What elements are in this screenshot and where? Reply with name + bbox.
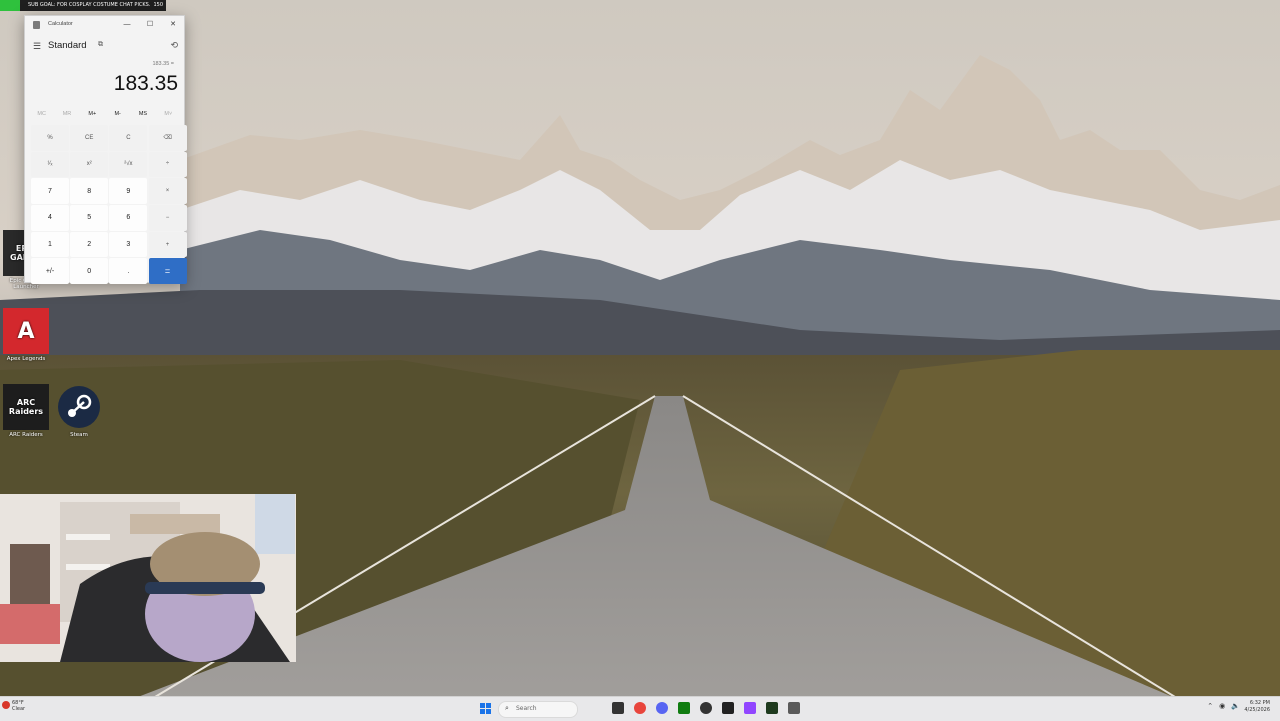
goal-count: 150 xyxy=(153,2,163,8)
hamburger-menu-icon[interactable]: ☰ xyxy=(33,41,41,52)
file-explorer-icon[interactable] xyxy=(612,702,624,714)
webcam-overlay xyxy=(0,494,296,662)
goal-progress-fill xyxy=(0,0,20,11)
volume-icon[interactable]: 🔈 xyxy=(1231,702,1240,710)
desktop-icon-apex-legends[interactable]: A Apex Legends xyxy=(0,308,52,362)
chevron-up-icon[interactable]: ⌃ xyxy=(1207,702,1213,710)
apex-legends-icon: A xyxy=(3,308,49,354)
memory-store-button[interactable]: MS xyxy=(130,108,155,120)
digit-5-key[interactable]: 5 xyxy=(70,205,109,231)
subtract-key[interactable]: − xyxy=(148,205,187,231)
digit-4-key[interactable]: 4 xyxy=(31,205,69,231)
steam-icon xyxy=(56,384,102,430)
mode-title: Standard xyxy=(48,40,87,51)
taskbar: 68°F Clear ⌕ Search ⌃ ◉ 🔈 6:32 PM 4/25/2… xyxy=(0,696,1280,721)
keep-on-top-icon[interactable]: ⧉ xyxy=(98,41,103,49)
desktop-icon-steam[interactable]: Steam xyxy=(53,384,105,438)
close-button[interactable]: ✕ xyxy=(166,19,180,31)
clock-date: 4/25/2026 xyxy=(1244,707,1270,713)
history-icon[interactable]: ⟲ xyxy=(170,40,178,51)
calculator-titlebar[interactable]: Calculator — ☐ ✕ xyxy=(25,16,184,34)
desktop-icon-label: Steam xyxy=(70,432,88,438)
goal-text: SUB GOAL: FOR COSPLAY COSTUME CHAT PICKS… xyxy=(28,2,151,8)
expression-display: 183.35 = xyxy=(152,61,174,67)
system-tray: ⌃ ◉ 🔈 xyxy=(1207,702,1240,710)
desktop-icon-label: ARC Raiders xyxy=(9,432,43,438)
calculator-icon[interactable] xyxy=(788,702,800,714)
memory-list-button[interactable]: M˅ xyxy=(156,108,181,120)
twitch-icon[interactable] xyxy=(744,702,756,714)
weather-widget[interactable]: 68°F Clear xyxy=(12,700,25,712)
obs-icon[interactable] xyxy=(700,702,712,714)
negate-key[interactable]: +/- xyxy=(31,258,69,284)
stream-deck-icon[interactable] xyxy=(722,702,734,714)
weather-description: Clear xyxy=(12,706,26,712)
weather-icon[interactable] xyxy=(2,701,10,709)
digit-8-key[interactable]: 8 xyxy=(70,178,109,204)
arc-raiders-icon: ARC Raiders xyxy=(3,384,49,430)
desktop-icon-arc-raiders[interactable]: ARC Raiders ARC Raiders xyxy=(0,384,52,438)
minimize-button[interactable]: — xyxy=(120,19,134,31)
add-key[interactable]: + xyxy=(148,231,187,258)
clock-time: 6:32 PM xyxy=(1249,700,1270,706)
calculator-header: ☰ Standard ⧉ ⟲ xyxy=(25,38,184,54)
square-key[interactable]: x² xyxy=(70,151,109,178)
digit-0-key[interactable]: 0 xyxy=(70,258,109,284)
keypad: % CE C ⌫ ¹⁄ₓ x² ²√x ÷ 7 8 9 × 4 5 6 − 1 … xyxy=(31,125,187,284)
cursor-icon[interactable] xyxy=(766,702,778,714)
system-clock[interactable]: 6:32 PM 4/25/2026 xyxy=(1244,700,1270,714)
memory-clear-button[interactable]: MC xyxy=(29,108,54,120)
calculator-window[interactable]: Calculator — ☐ ✕ ☰ Standard ⧉ ⟲ 183.35 =… xyxy=(24,15,187,284)
discord-icon[interactable] xyxy=(656,702,668,714)
maximize-button[interactable]: ☐ xyxy=(143,19,157,31)
memory-row: MC MR M+ M- MS M˅ xyxy=(29,108,181,120)
search-icon: ⌕ xyxy=(505,704,509,712)
equals-key[interactable]: = xyxy=(148,258,187,284)
digit-7-key[interactable]: 7 xyxy=(31,178,69,204)
chrome-icon[interactable] xyxy=(634,702,646,714)
percent-key[interactable]: % xyxy=(31,125,69,151)
desktop-icon-label: Apex Legends xyxy=(6,356,46,362)
windows-start-icon[interactable] xyxy=(480,703,491,714)
square-root-key[interactable]: ²√x xyxy=(109,151,148,178)
divide-key[interactable]: ÷ xyxy=(148,151,187,178)
digit-1-key[interactable]: 1 xyxy=(31,231,69,258)
reciprocal-key[interactable]: ¹⁄ₓ xyxy=(31,151,69,178)
search-label: Search xyxy=(516,705,537,712)
result-display: 183.35 xyxy=(113,72,178,95)
digit-6-key[interactable]: 6 xyxy=(109,205,148,231)
digit-3-key[interactable]: 3 xyxy=(109,231,148,258)
multiply-key[interactable]: × xyxy=(148,178,187,204)
decimal-key[interactable]: . xyxy=(109,258,148,284)
memory-recall-button[interactable]: MR xyxy=(54,108,79,120)
digit-9-key[interactable]: 9 xyxy=(109,178,148,204)
calculator-app-icon xyxy=(33,21,40,29)
stream-goal-bar: SUB GOAL: FOR COSPLAY COSTUME CHAT PICKS… xyxy=(0,0,166,11)
clear-entry-key[interactable]: CE xyxy=(70,125,109,151)
xbox-icon[interactable] xyxy=(678,702,690,714)
backspace-key[interactable]: ⌫ xyxy=(148,125,187,151)
digit-2-key[interactable]: 2 xyxy=(70,231,109,258)
clear-key[interactable]: C xyxy=(109,125,148,151)
memory-add-button[interactable]: M+ xyxy=(80,108,105,120)
window-title: Calculator xyxy=(48,21,73,27)
network-icon[interactable]: ◉ xyxy=(1219,702,1225,710)
memory-subtract-button[interactable]: M- xyxy=(105,108,130,120)
taskbar-search-box[interactable]: ⌕ Search xyxy=(498,701,578,718)
